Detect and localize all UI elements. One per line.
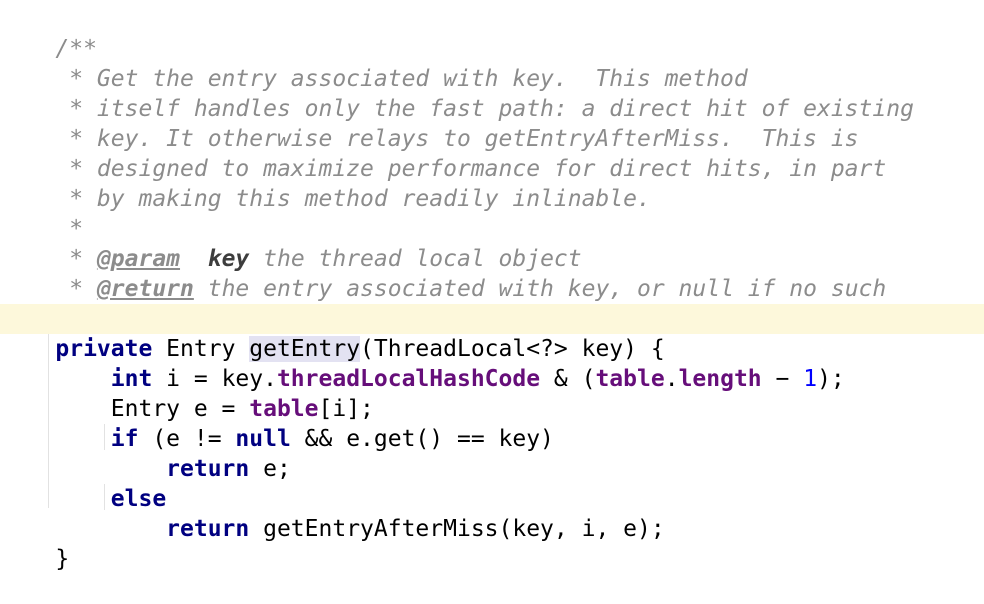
code-line[interactable]: * Get the entry associated with key. Thi… (0, 34, 984, 92)
code-editor[interactable]: /** * Get the entry associated with key.… (0, 0, 984, 572)
code-line[interactable]: else (0, 454, 984, 512)
code-line[interactable]: * by making this method readily inlinabl… (0, 154, 984, 212)
current-code-line[interactable]: private Entry getEntry(ThreadLocal<?> ke… (0, 304, 984, 362)
code-line[interactable]: * key. It otherwise relays to getEntryAf… (0, 94, 984, 152)
code-line[interactable]: int i = key.threadLocalHashCode & (table… (0, 334, 984, 392)
indent-guide (104, 424, 105, 450)
indent-guide (104, 484, 105, 510)
code-line[interactable]: * itself handles only the fast path: a d… (0, 64, 984, 122)
code-line[interactable]: return e; (0, 424, 984, 482)
code-line[interactable]: */ (0, 274, 984, 332)
closing-brace: } (55, 546, 70, 572)
code-line[interactable]: Entry e = table[i]; (0, 364, 984, 422)
indent-guide (48, 334, 49, 508)
code-line[interactable]: /** (0, 4, 984, 62)
code-line[interactable]: if (e != null && e.get() == key) (0, 394, 984, 452)
code-line[interactable]: } (0, 514, 984, 572)
code-line[interactable]: * @param key the thread local object (0, 214, 984, 272)
code-line[interactable]: return getEntryAfterMiss(key, i, e); (0, 484, 984, 542)
code-line[interactable]: * designed to maximize performance for d… (0, 124, 984, 182)
code-line[interactable]: * (0, 184, 984, 242)
code-line[interactable]: * @return the entry associated with key,… (0, 244, 984, 302)
